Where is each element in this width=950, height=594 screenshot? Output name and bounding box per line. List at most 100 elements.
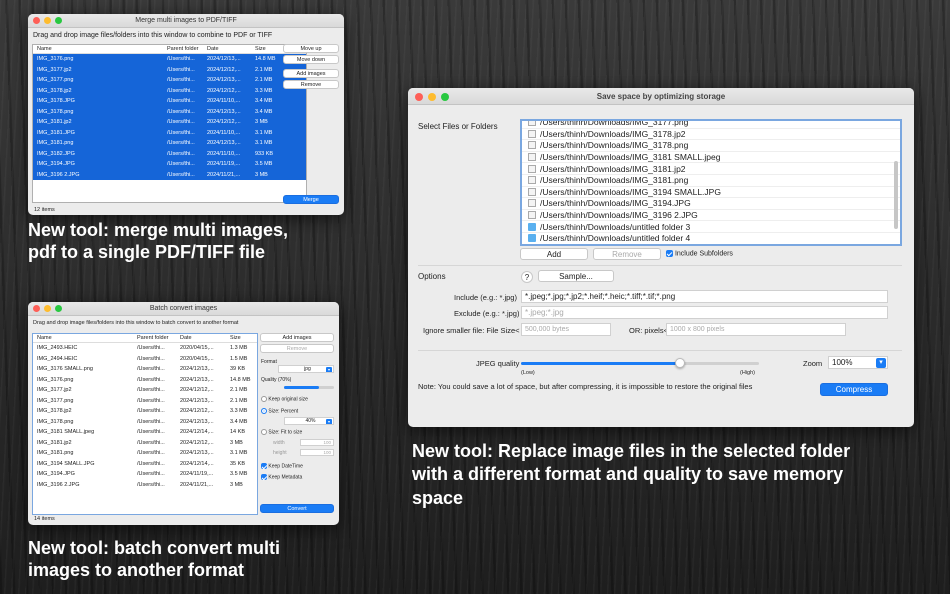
convert-button[interactable]: Convert <box>260 504 334 513</box>
table-row[interactable]: IMG_3176 SMALL.png/Users/thi... 2024/12/1… <box>33 364 257 375</box>
table-row[interactable]: IMG_3181.png/Users/thi... 2024/12/13,... 3… <box>33 138 306 149</box>
keep-original-option[interactable]: Keep original size <box>261 396 308 402</box>
exclude-input[interactable]: *.jpeg;*.jpg <box>521 306 888 319</box>
table-row[interactable]: IMG_3178.jp2/Users/thi... 2024/12/12,... 3… <box>33 406 257 417</box>
checkbox-keep-datetime[interactable] <box>261 463 267 469</box>
table-row[interactable]: IMG_3194.JPG/Users/thi... 2024/11/19,... 3… <box>33 469 257 480</box>
col-name[interactable]: Name <box>33 46 163 52</box>
percent-select[interactable]: 40% ▾ <box>284 417 334 425</box>
file-size-input[interactable]: 500,000 bytes <box>521 323 611 336</box>
zoom-icon[interactable] <box>441 93 449 101</box>
close-icon[interactable] <box>33 17 40 24</box>
table-row[interactable]: IMG_3178.jp2/Users/thi... 2024/12/12,... 3… <box>33 85 306 96</box>
radio-size-percent[interactable] <box>261 408 267 414</box>
list-item[interactable]: /Users/thinh/Downloads/IMG_3181.jp2 <box>522 163 900 175</box>
table-row[interactable]: IMG_3182.JPG/Users/thi... 2024/11/10,... 9… <box>33 148 306 159</box>
list-item[interactable]: /Users/thinh/Downloads/IMG_3194.JPG <box>522 198 900 210</box>
list-item[interactable]: /Users/thinh/Downloads/untitled folder 3 <box>522 221 900 233</box>
table-row[interactable]: IMG_3181.png/Users/thi... 2024/12/13,... 3… <box>33 448 257 459</box>
table-row[interactable]: IMG_3177.png/Users/thi... 2024/12/13,... 2… <box>33 75 306 86</box>
table-row[interactable]: IMG_3176.png/Users/thi... 2024/12/13,... 1… <box>33 54 306 65</box>
zoom-icon[interactable] <box>55 305 62 312</box>
add-images-button[interactable]: Add images <box>260 333 334 342</box>
table-row[interactable]: IMG_3178.png/Users/thi... 2024/12/13,... 3… <box>33 417 257 428</box>
height-input[interactable]: 100 <box>300 449 334 456</box>
col-parent[interactable]: Parent folder <box>163 46 203 52</box>
size-fit-label: Size: Fit to size <box>268 429 303 436</box>
width-input[interactable]: 100 <box>300 439 334 446</box>
table-row[interactable]: IMG_3194 SMALL.JPG/Users/thi... 2024/12/1… <box>33 459 257 470</box>
close-icon[interactable] <box>33 305 40 312</box>
radio-size-fit[interactable] <box>261 429 267 435</box>
table-cell: 2024/12/12,... <box>180 408 214 415</box>
zoom-select[interactable]: 100% ▾ <box>828 356 888 369</box>
include-subfolders-option[interactable]: Include Subfolders <box>666 250 733 257</box>
col-parent[interactable]: Parent folder <box>133 335 176 341</box>
help-button[interactable]: ? <box>521 271 533 283</box>
table-row[interactable]: IMG_3177.jp2/Users/thi... 2024/12/12,... 2… <box>33 64 306 75</box>
keep-metadata-option[interactable]: Keep Metadata <box>261 474 302 480</box>
add-images-button[interactable]: Add images <box>283 69 339 78</box>
table-row[interactable]: IMG_3178.png/Users/thi... 2024/12/13,... 3… <box>33 106 306 117</box>
list-item[interactable]: /Users/thinh/Downloads/IMG_3178.jp2 <box>522 129 900 141</box>
sample-button[interactable]: Sample... <box>538 270 614 282</box>
size-percent-option[interactable]: Size: Percent <box>261 408 298 414</box>
table-row[interactable]: IMG_3178.JPG/Users/thi... 2024/11/10,... 3… <box>33 96 306 107</box>
table-row[interactable]: IMG_3181.jp2/Users/thi... 2024/12/12,... 3… <box>33 438 257 449</box>
scrollbar[interactable] <box>894 161 898 229</box>
pixels-input[interactable]: 1000 x 800 pixels <box>666 323 846 336</box>
merge-button[interactable]: Merge <box>283 195 339 204</box>
table-cell: /Users/thi... <box>137 345 165 352</box>
convert-file-table[interactable]: Name Parent folder Date Size IMG_2493.HE… <box>32 333 258 515</box>
table-row[interactable]: IMG_3176.png/Users/thi... 2024/12/13,... 1… <box>33 375 257 386</box>
checkbox-keep-metadata[interactable] <box>261 474 267 480</box>
minimize-icon[interactable] <box>44 305 51 312</box>
table-cell: 2024/11/21,... <box>207 171 241 178</box>
table-row[interactable]: IMG_2493.HEIC/Users/thi... 2020/04/15,...… <box>33 343 257 354</box>
quality-slider[interactable] <box>284 386 334 389</box>
col-name[interactable]: Name <box>33 335 133 341</box>
move-up-button[interactable]: Move up <box>283 44 339 53</box>
list-item[interactable]: /Users/thinh/Downloads/IMG_3194 SMALL.JP… <box>522 187 900 199</box>
format-select[interactable]: jpg ▾ <box>278 365 334 373</box>
merge-file-table[interactable]: Name Parent folder Date Size IMG_3176.pn… <box>32 44 307 203</box>
checkbox-include-subfolders[interactable] <box>666 250 673 257</box>
col-date[interactable]: Date <box>203 46 251 52</box>
table-row[interactable]: IMG_3196 2.JPG/Users/thi... 2024/11/21,..… <box>33 169 306 180</box>
minimize-icon[interactable] <box>44 17 51 24</box>
table-row[interactable]: IMG_3177.jp2/Users/thi... 2024/12/12,... 2… <box>33 385 257 396</box>
table-row[interactable]: IMG_3196 2.JPG/Users/thi... 2024/11/21,..… <box>33 480 257 491</box>
exclude-label: Exclude (e.g.: *.jpg) <box>454 309 520 318</box>
table-row[interactable]: IMG_3181.jp2/Users/thi... 2024/12/12,... 3… <box>33 117 306 128</box>
close-icon[interactable] <box>415 93 423 101</box>
table-row[interactable]: IMG_3194.JPG/Users/thi... 2024/11/19,... 3… <box>33 159 306 170</box>
slider-knob[interactable] <box>675 358 686 368</box>
keep-datetime-option[interactable]: Keep DateTime <box>261 463 303 469</box>
list-item[interactable]: /Users/thinh/Downloads/untitled folder 4 <box>522 233 900 244</box>
remove-button[interactable]: Remove <box>283 80 339 89</box>
compress-button[interactable]: Compress <box>820 383 888 396</box>
table-row[interactable]: IMG_2494.HEIC/Users/thi... 2020/04/15,...… <box>33 354 257 365</box>
include-input[interactable]: *.jpeg;*.jpg;*.jp2;*.heif;*.heic;*.tiff;… <box>521 290 888 303</box>
remove-button[interactable]: Remove <box>593 248 661 260</box>
format-label: Format <box>261 359 277 365</box>
add-button[interactable]: Add <box>520 248 588 260</box>
zoom-icon[interactable] <box>55 17 62 24</box>
remove-button[interactable]: Remove <box>260 344 334 353</box>
table-row[interactable]: IMG_3181.JPG/Users/thi... 2024/11/10,... 3… <box>33 127 306 138</box>
list-item[interactable]: /Users/thinh/Downloads/IMG_3177.png <box>522 121 900 129</box>
jpeg-quality-slider[interactable] <box>521 358 759 368</box>
table-row[interactable]: IMG_3181 SMALL.jpeg/Users/thi... 2024/12/… <box>33 427 257 438</box>
list-item[interactable]: /Users/thinh/Downloads/IMG_3178.png <box>522 140 900 152</box>
minimize-icon[interactable] <box>428 93 436 101</box>
radio-keep-original[interactable] <box>261 396 267 402</box>
list-item[interactable]: /Users/thinh/Downloads/IMG_3196 2.JPG <box>522 210 900 222</box>
col-size[interactable]: Size <box>226 335 256 341</box>
size-fit-option[interactable]: Size: Fit to size <box>261 429 302 435</box>
table-row[interactable]: IMG_3177.png/Users/thi... 2024/12/13,... 2… <box>33 396 257 407</box>
selected-files-list[interactable]: /Users/thinh/Downloads/IMG_3177.png/User… <box>520 119 902 246</box>
move-down-button[interactable]: Move down <box>283 55 339 64</box>
list-item[interactable]: /Users/thinh/Downloads/IMG_3181.png <box>522 175 900 187</box>
list-item[interactable]: /Users/thinh/Downloads/IMG_3181 SMALL.jp… <box>522 152 900 164</box>
col-date[interactable]: Date <box>176 335 226 341</box>
